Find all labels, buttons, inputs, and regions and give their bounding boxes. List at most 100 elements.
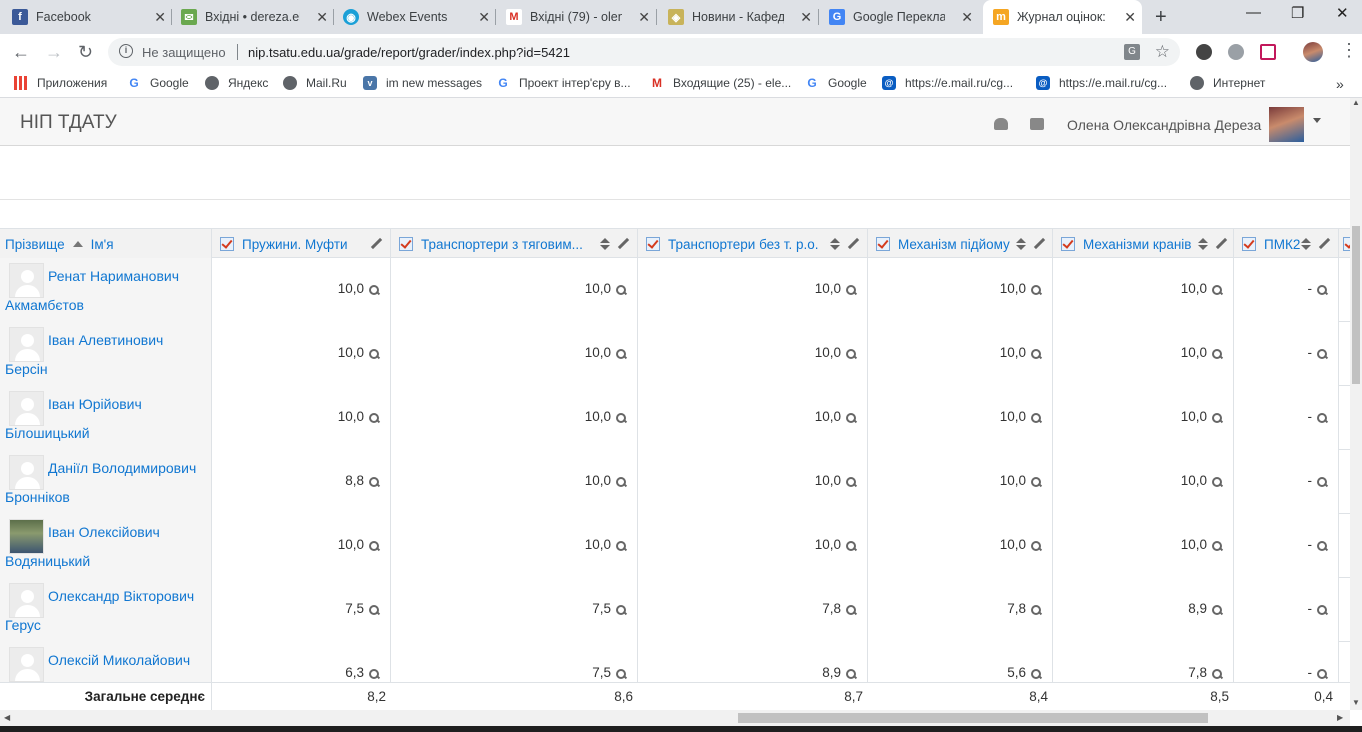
grade-cell[interactable]: 10,0 <box>212 514 391 578</box>
grade-cell[interactable]: 7,5 <box>212 578 391 642</box>
grade-analysis-icon[interactable] <box>616 541 627 552</box>
grade-cell[interactable]: - <box>1234 386 1339 450</box>
grade-cell[interactable]: 10,0 <box>868 258 1053 322</box>
back-arrow-icon[interactable]: ← <box>12 42 30 63</box>
column-title-link[interactable]: ПМК2 <box>1264 237 1300 252</box>
sort-name-link[interactable]: Ім'я <box>91 237 114 252</box>
extension-off-icon[interactable] <box>1228 44 1244 60</box>
edit-pencil-icon[interactable] <box>847 238 859 250</box>
student-last-name[interactable]: Бронніков <box>5 489 70 505</box>
tab-webex[interactable]: ◉ Webex Events ✕ <box>343 0 496 34</box>
grade-analysis-icon[interactable] <box>1212 413 1223 424</box>
grade-cell[interactable]: 10,0 <box>1053 258 1234 322</box>
tab-gmail[interactable]: M Вхідні (79) - olena ✕ <box>506 0 656 34</box>
url-text[interactable]: nip.tsatu.edu.ua/grade/report/grader/ind… <box>248 45 570 60</box>
sort-toggle-icon[interactable] <box>1301 238 1311 252</box>
student-avatar[interactable] <box>9 263 44 298</box>
scroll-up-icon[interactable]: ▲ <box>1352 98 1360 107</box>
new-tab-button[interactable]: + <box>1155 6 1167 29</box>
user-menu-caret-icon[interactable] <box>1313 118 1321 123</box>
vertical-scroll-thumb[interactable] <box>1352 226 1360 384</box>
bookmark-apps[interactable]: Приложения <box>14 76 107 90</box>
grade-cell[interactable]: - <box>1234 322 1339 386</box>
grade-analysis-icon[interactable] <box>846 349 857 360</box>
grade-cell[interactable]: 10,0 <box>868 450 1053 514</box>
grade-cell[interactable]: 10,0 <box>391 514 638 578</box>
grade-analysis-icon[interactable] <box>1031 349 1042 360</box>
grade-cell[interactable]: 10,0 <box>391 386 638 450</box>
grade-cell[interactable]: 10,0 <box>391 322 638 386</box>
student-avatar[interactable] <box>9 519 44 554</box>
bookmark-internet[interactable]: Интернет <box>1190 76 1265 90</box>
grade-cell[interactable]: 10,0 <box>1053 386 1234 450</box>
grade-cell[interactable]: 10,0 <box>212 322 391 386</box>
vertical-scrollbar[interactable]: ▲ ▼ <box>1350 98 1362 710</box>
messages-icon[interactable] <box>1030 118 1044 130</box>
grade-analysis-icon[interactable] <box>846 413 857 424</box>
bookmark-yandex[interactable]: Яндекс <box>205 76 268 90</box>
grade-analysis-icon[interactable] <box>1212 285 1223 296</box>
grade-cell[interactable]: 10,0 <box>1053 450 1234 514</box>
more-bookmarks-icon[interactable]: » <box>1336 76 1344 92</box>
security-warning[interactable]: Не защищено <box>142 45 226 60</box>
student-first-name[interactable]: Іван Алевтинович <box>48 332 163 348</box>
student-first-name[interactable]: Олексій Миколайович <box>48 652 190 668</box>
minimize-button[interactable]: — <box>1246 4 1261 21</box>
student-avatar[interactable] <box>9 327 44 362</box>
bookmark-emailru-2[interactable]: @ https://e.mail.ru/cg... <box>1036 76 1167 90</box>
grade-analysis-icon[interactable] <box>1317 605 1328 616</box>
grade-analysis-icon[interactable] <box>616 413 627 424</box>
grade-cell[interactable]: - <box>1234 514 1339 578</box>
user-avatar[interactable] <box>1269 107 1304 142</box>
tab-facebook[interactable]: f Facebook ✕ <box>12 0 172 34</box>
grade-cell[interactable]: 10,0 <box>1053 514 1234 578</box>
edit-pencil-icon[interactable] <box>370 238 382 250</box>
grade-analysis-icon[interactable] <box>1212 477 1223 488</box>
close-icon[interactable]: ✕ <box>478 9 490 26</box>
student-first-name[interactable]: Даніїл Володимирович <box>48 460 196 476</box>
grade-analysis-icon[interactable] <box>1317 285 1328 296</box>
sort-toggle-icon[interactable] <box>830 238 840 252</box>
grade-analysis-icon[interactable] <box>846 285 857 296</box>
student-last-name[interactable]: Акмамбєтов <box>5 297 84 313</box>
bookmark-inbox[interactable]: M Входящие (25) - ele... <box>650 76 791 90</box>
sort-toggle-icon[interactable] <box>1198 238 1208 252</box>
column-title-link[interactable]: Транспортери з тяговим... <box>421 237 599 252</box>
student-last-name[interactable]: Білошицький <box>5 425 90 441</box>
grade-analysis-icon[interactable] <box>369 349 380 360</box>
grade-cell[interactable]: 10,0 <box>638 258 868 322</box>
grade-analysis-icon[interactable] <box>1317 349 1328 360</box>
grade-analysis-icon[interactable] <box>1317 541 1328 552</box>
close-icon[interactable]: ✕ <box>154 9 166 26</box>
close-icon[interactable]: ✕ <box>316 9 328 26</box>
grade-analysis-icon[interactable] <box>1212 541 1223 552</box>
grade-analysis-icon[interactable] <box>369 669 380 680</box>
bookmark-google[interactable]: G Google <box>127 76 189 90</box>
tab-news[interactable]: ◈ Новини - Кафедра ✕ <box>668 0 818 34</box>
grade-cell[interactable]: 10,0 <box>391 258 638 322</box>
grade-analysis-icon[interactable] <box>616 285 627 296</box>
column-title-link[interactable]: Пружини. Муфти <box>242 237 348 252</box>
grade-analysis-icon[interactable] <box>846 669 857 680</box>
edit-pencil-icon[interactable] <box>1318 238 1330 250</box>
student-last-name[interactable]: Берсін <box>5 361 48 377</box>
grade-analysis-icon[interactable] <box>1031 285 1042 296</box>
student-first-name[interactable]: Ренат Нариманович <box>48 268 179 284</box>
grade-cell[interactable]: 10,0 <box>868 322 1053 386</box>
student-first-name[interactable]: Іван Олексійович <box>48 524 160 540</box>
grade-analysis-icon[interactable] <box>1031 669 1042 680</box>
close-icon[interactable]: ✕ <box>1124 9 1136 26</box>
grade-analysis-icon[interactable] <box>1317 413 1328 424</box>
forward-arrow-icon[interactable]: → <box>45 42 63 63</box>
grade-analysis-icon[interactable] <box>1031 477 1042 488</box>
grade-analysis-icon[interactable] <box>846 477 857 488</box>
grade-analysis-icon[interactable] <box>1212 669 1223 680</box>
sort-toggle-icon[interactable] <box>600 238 610 252</box>
scroll-left-icon[interactable]: ◀ <box>4 713 10 722</box>
grade-cell[interactable]: 10,0 <box>212 258 391 322</box>
restore-button[interactable]: ❐ <box>1291 4 1304 22</box>
tab-mail[interactable]: ✉ Вхідні • dereza.ele ✕ <box>181 0 334 34</box>
grade-analysis-icon[interactable] <box>369 605 380 616</box>
grade-analysis-icon[interactable] <box>1031 413 1042 424</box>
horizontal-scrollbar[interactable]: ◀ ▶ <box>0 710 1350 726</box>
